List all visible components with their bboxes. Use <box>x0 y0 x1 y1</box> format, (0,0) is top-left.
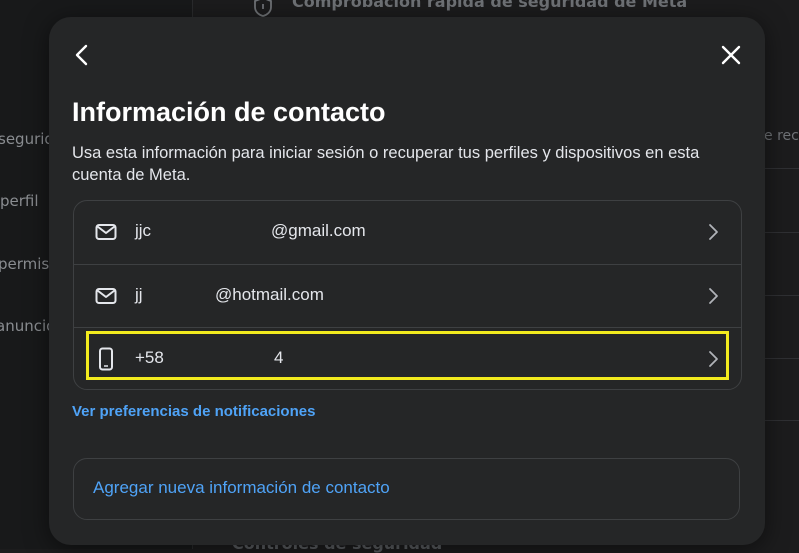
contact-email-prefix: jj <box>135 285 143 304</box>
background-nav-perfil: perfil <box>0 192 39 210</box>
background-divider-line <box>764 168 799 169</box>
contact-phone-suffix: 4 <box>274 348 284 367</box>
contact-email-domain: @gmail.com <box>271 221 366 240</box>
add-contact-label: Agregar nueva información de contacto <box>93 478 390 497</box>
contact-row-email-hotmail[interactable]: jj @hotmail.com <box>74 264 741 327</box>
dialog-subtitle: Usa esta información para iniciar sesión… <box>72 144 700 184</box>
contact-email-domain: @hotmail.com <box>215 285 324 304</box>
background-security-check-title: Comprobación rápida de seguridad de Meta <box>292 0 688 11</box>
chevron-right-icon <box>703 349 723 369</box>
background-divider-line <box>764 358 799 359</box>
add-contact-button[interactable]: Agregar nueva información de contacto <box>73 458 740 520</box>
background-right-text: e rec <box>764 128 799 144</box>
contact-list: jjc @gmail.com jj @hotmail.com +58 4 <box>73 200 742 390</box>
contact-phone-prefix: +58 <box>135 348 164 367</box>
mail-icon <box>94 284 118 308</box>
phone-icon <box>94 347 118 371</box>
contact-row-email-gmail[interactable]: jjc @gmail.com <box>74 201 741 263</box>
chevron-right-icon <box>703 222 723 242</box>
dialog-title: Información de contacto <box>72 97 386 127</box>
mail-icon <box>94 220 118 244</box>
contact-email-prefix: jjc <box>135 221 152 240</box>
contact-row-phone[interactable]: +58 4 <box>74 327 741 389</box>
background-divider-line <box>764 420 799 421</box>
close-button[interactable] <box>718 42 744 68</box>
contact-info-dialog: Información de contacto Usa esta informa… <box>49 17 765 545</box>
background-divider-line <box>764 295 799 296</box>
shield-icon <box>252 0 274 18</box>
back-button[interactable] <box>69 42 95 68</box>
close-icon <box>721 45 741 65</box>
background-divider-line <box>764 232 799 233</box>
chevron-left-icon <box>75 44 88 66</box>
chevron-right-icon <box>703 286 723 306</box>
notification-preferences-link[interactable]: Ver preferencias de notificaciones <box>72 403 315 420</box>
